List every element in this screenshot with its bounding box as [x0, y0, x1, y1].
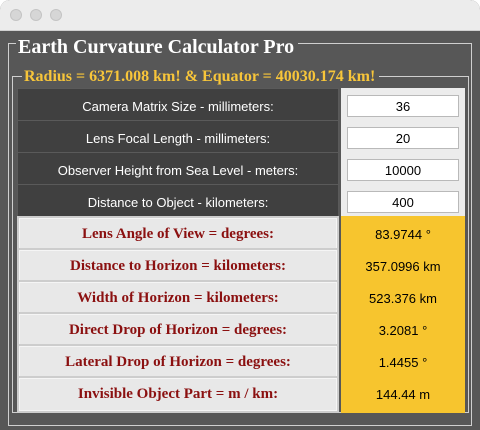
title-bar [0, 0, 480, 31]
observer-height-field[interactable] [347, 159, 459, 181]
camera-matrix-size-field[interactable] [347, 95, 459, 117]
invisible-object-part-value: 144.44 m [341, 376, 465, 413]
app-window: Earth Curvature Calculator Pro Radius = … [0, 0, 480, 430]
app-title: Earth Curvature Calculator Pro [16, 35, 299, 59]
zoom-window-button[interactable] [50, 9, 62, 21]
result-row-invisible-object-part: Invisible Object Part = m / km: 144.44 m [17, 376, 465, 413]
close-window-button[interactable] [10, 9, 22, 21]
minimize-window-button[interactable] [30, 9, 42, 21]
distance-to-object-field[interactable] [347, 191, 459, 213]
invisible-object-part-label: Invisible Object Part = m / km: [17, 376, 339, 413]
earth-constants-subtitle: Radius = 6371.008 km! & Equator = 40030.… [22, 67, 380, 87]
lens-focal-length-field[interactable] [347, 127, 459, 149]
